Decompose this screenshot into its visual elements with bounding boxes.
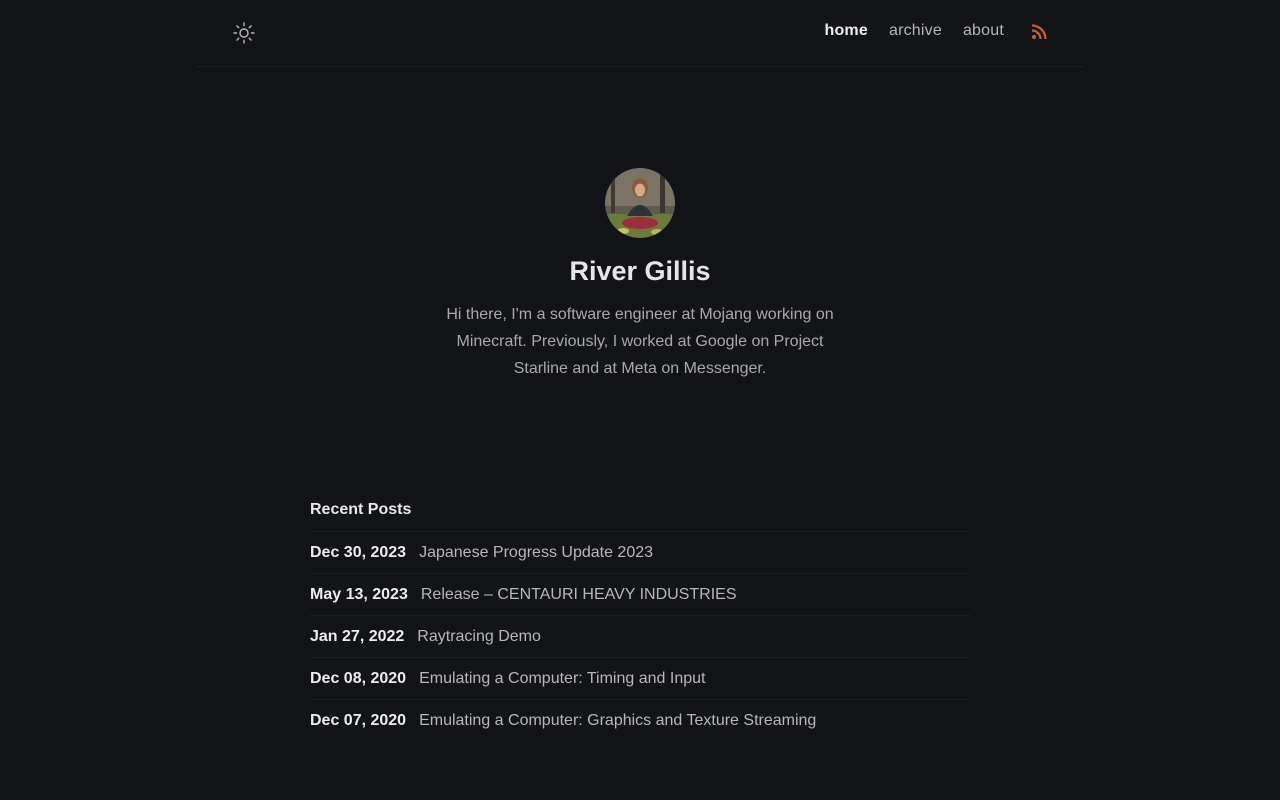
avatar (605, 168, 675, 238)
post-title-link[interactable]: Raytracing Demo (417, 628, 541, 646)
post-title-link[interactable]: Japanese Progress Update 2023 (419, 544, 653, 562)
profile-section: River Gillis Hi there, I'm a software en… (0, 168, 1280, 382)
post-title-link[interactable]: Emulating a Computer: Timing and Input (419, 670, 705, 688)
post-row: Jan 27, 2022 Raytracing Demo (310, 616, 970, 658)
author-name: River Gillis (569, 256, 711, 286)
nav-about-link[interactable]: about (963, 22, 1004, 40)
author-bio: Hi there, I'm a software engineer at Moj… (446, 306, 834, 377)
post-date: Dec 07, 2020 (310, 711, 407, 729)
post-date: Dec 30, 2023 (310, 543, 407, 561)
nav-archive-link[interactable]: archive (889, 22, 942, 40)
site-header: home archive about (196, 0, 1084, 67)
recent-posts: Recent Posts Dec 30, 2023 Japanese Progr… (310, 498, 970, 741)
post-title-link[interactable]: Release – CENTAURI HEAVY INDUSTRIES (421, 586, 737, 604)
post-date: Dec 08, 2020 (310, 669, 407, 687)
post-row: May 13, 2023 Release – CENTAURI HEAVY IN… (310, 574, 970, 616)
nav-home-link[interactable]: home (824, 22, 867, 40)
post-date: May 13, 2023 (310, 585, 408, 603)
main-nav: home archive about (824, 22, 1004, 40)
rss-icon[interactable] (1031, 24, 1047, 40)
post-row: Dec 30, 2023 Japanese Progress Update 20… (310, 532, 970, 574)
post-row: Dec 08, 2020 Emulating a Computer: Timin… (310, 658, 970, 700)
post-title-link[interactable]: Emulating a Computer: Graphics and Textu… (419, 712, 816, 730)
post-date: Jan 27, 2022 (310, 627, 405, 645)
post-row: Dec 07, 2020 Emulating a Computer: Graph… (310, 700, 970, 741)
recent-posts-heading: Recent Posts (310, 498, 970, 532)
sun-icon[interactable] (232, 21, 256, 45)
